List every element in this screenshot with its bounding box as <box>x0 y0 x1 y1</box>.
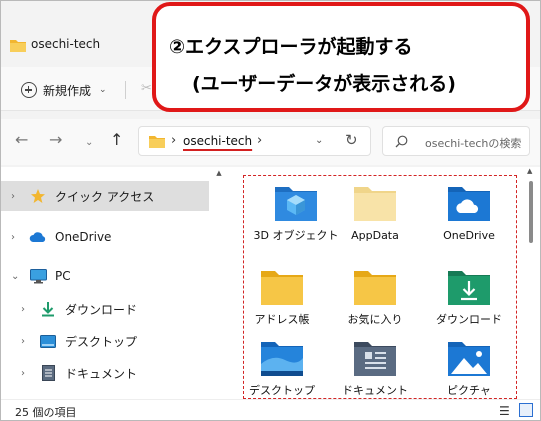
chevron-right-icon[interactable]: › <box>11 232 23 243</box>
callout-line-2: (ユーザーデータが表示される) <box>192 73 456 95</box>
window-title: osechi-tech <box>31 37 101 51</box>
file-item-label: デスクトップ <box>249 384 315 397</box>
file-item-pictures[interactable]: ピクチャ <box>424 338 514 398</box>
folder-icon <box>10 40 26 52</box>
sidebar-item-downloads[interactable]: › ダウンロード <box>1 294 209 324</box>
navigation-row: ← → ⌄ ↑ › osechi-tech › ⌄ ↻ osechi-techの… <box>1 119 540 165</box>
new-button[interactable]: 新規作成 ⌄ <box>21 79 107 101</box>
sidebar-item-desktop[interactable]: › デスクトップ <box>1 326 209 356</box>
sidebar-item-label: デスクトップ <box>65 334 138 349</box>
file-item-label: ピクチャ <box>447 384 491 397</box>
sidebar-item-label: ドキュメント <box>65 366 138 381</box>
file-item-onedrive[interactable]: OneDrive <box>424 183 514 243</box>
breadcrumb-separator-icon: › <box>171 133 177 148</box>
chevron-right-icon[interactable]: › <box>21 368 33 379</box>
sidebar-item-documents[interactable]: › ドキュメント <box>1 358 209 388</box>
desktop-icon <box>39 333 57 349</box>
address-dropdown-icon[interactable]: ⌄ <box>315 135 323 146</box>
downloads-folder-icon <box>447 267 491 307</box>
file-item-label: お気に入り <box>347 313 403 326</box>
sidebar-item-label: クイック アクセス <box>55 189 155 204</box>
up-arrow-icon[interactable]: ↑ <box>110 131 123 149</box>
file-item-label: 3D オブジェクト <box>253 229 339 242</box>
chevron-right-icon[interactable]: › <box>11 191 23 202</box>
sidebar-item-label: ダウンロード <box>65 302 138 317</box>
document-icon <box>39 365 57 381</box>
search-box[interactable]: osechi-techの検索 <box>382 126 530 156</box>
onedrive-folder-icon <box>447 183 491 223</box>
tiles-view-icon[interactable] <box>519 403 533 417</box>
item-count: 25 個の項目 <box>15 406 77 419</box>
cloud-icon <box>29 229 47 245</box>
sidebar-item-pc[interactable]: ⌄ PC <box>1 261 209 291</box>
3d-objects-folder-icon <box>274 183 318 223</box>
folder-icon <box>260 267 304 307</box>
status-bar: 25 個の項目 ☰ <box>1 399 540 420</box>
star-icon <box>29 188 47 204</box>
sidebar-item-onedrive[interactable]: › OneDrive <box>1 222 209 252</box>
file-item-label: アドレス帳 <box>254 313 310 326</box>
chevron-down-icon: ⌄ <box>99 85 107 95</box>
file-item-address-book[interactable]: アドレス帳 <box>237 267 327 327</box>
sidebar-item-quick-access[interactable]: › クイック アクセス <box>1 181 209 211</box>
breadcrumb-path[interactable]: osechi-tech <box>183 134 252 148</box>
file-item-desktop[interactable]: デスクトップ <box>237 338 327 398</box>
file-item-documents[interactable]: ドキュメント <box>330 338 420 398</box>
back-arrow-icon[interactable]: ← <box>15 131 28 149</box>
folder-icon <box>149 136 165 148</box>
file-list: 3D オブジェクト AppData OneDrive アドレス帳 お気に入り ダ… <box>225 167 540 399</box>
file-item-appdata[interactable]: AppData <box>330 183 420 243</box>
navigation-pane: › クイック アクセス › OneDrive ⌄ PC › ダウンロード › デ… <box>1 167 211 399</box>
documents-folder-icon <box>353 338 397 378</box>
new-button-label: 新規作成 <box>43 83 92 98</box>
folder-icon <box>353 183 397 223</box>
refresh-icon[interactable]: ↻ <box>345 131 358 149</box>
file-item-label: AppData <box>351 229 399 242</box>
search-placeholder: osechi-techの検索 <box>425 137 522 150</box>
scroll-up-arrow-icon[interactable]: ▲ <box>215 169 223 177</box>
plus-icon <box>21 82 37 98</box>
toolbar-divider <box>125 81 126 99</box>
file-item-downloads[interactable]: ダウンロード <box>424 267 514 327</box>
cut-icon[interactable]: ✂ <box>141 81 152 96</box>
file-item-label: OneDrive <box>443 229 495 242</box>
address-bar[interactable]: › osechi-tech › ⌄ ↻ <box>138 126 371 156</box>
search-icon <box>395 135 408 148</box>
main-area: › クイック アクセス › OneDrive ⌄ PC › ダウンロード › デ… <box>1 167 540 399</box>
recent-locations-chevron-icon[interactable]: ⌄ <box>85 134 93 152</box>
download-icon <box>39 301 57 317</box>
file-item-label: ダウンロード <box>436 313 502 326</box>
file-item-3d-objects[interactable]: 3D オブジェクト <box>251 183 341 243</box>
scroll-up-arrow-icon[interactable]: ▲ <box>527 167 532 175</box>
sidebar-scrollbar[interactable]: ▲ <box>215 167 223 399</box>
content-scrollbar-thumb[interactable] <box>529 181 533 243</box>
annotation-callout: ②エクスプローラが起動する (ユーザーデータが表示される) <box>152 2 530 112</box>
desktop-folder-icon <box>260 338 304 378</box>
callout-line-1: ②エクスプローラが起動する <box>169 36 413 58</box>
forward-arrow-icon[interactable]: → <box>49 131 62 149</box>
chevron-down-icon[interactable]: ⌄ <box>11 271 23 282</box>
monitor-icon <box>29 268 47 284</box>
folder-icon <box>353 267 397 307</box>
details-view-icon[interactable]: ☰ <box>499 404 510 418</box>
sidebar-item-label: OneDrive <box>55 230 112 244</box>
breadcrumb-separator-icon[interactable]: › <box>257 133 262 148</box>
file-item-label: ドキュメント <box>342 384 408 397</box>
file-item-favorites[interactable]: お気に入り <box>330 267 420 327</box>
sidebar-item-label: PC <box>55 269 71 283</box>
chevron-right-icon[interactable]: › <box>21 336 33 347</box>
explorer-window: osechi-tech 新規作成 ⌄ ✂ ← → ⌄ ↑ › osechi-te… <box>0 0 541 421</box>
pictures-folder-icon <box>447 338 491 378</box>
chevron-right-icon[interactable]: › <box>21 304 33 315</box>
